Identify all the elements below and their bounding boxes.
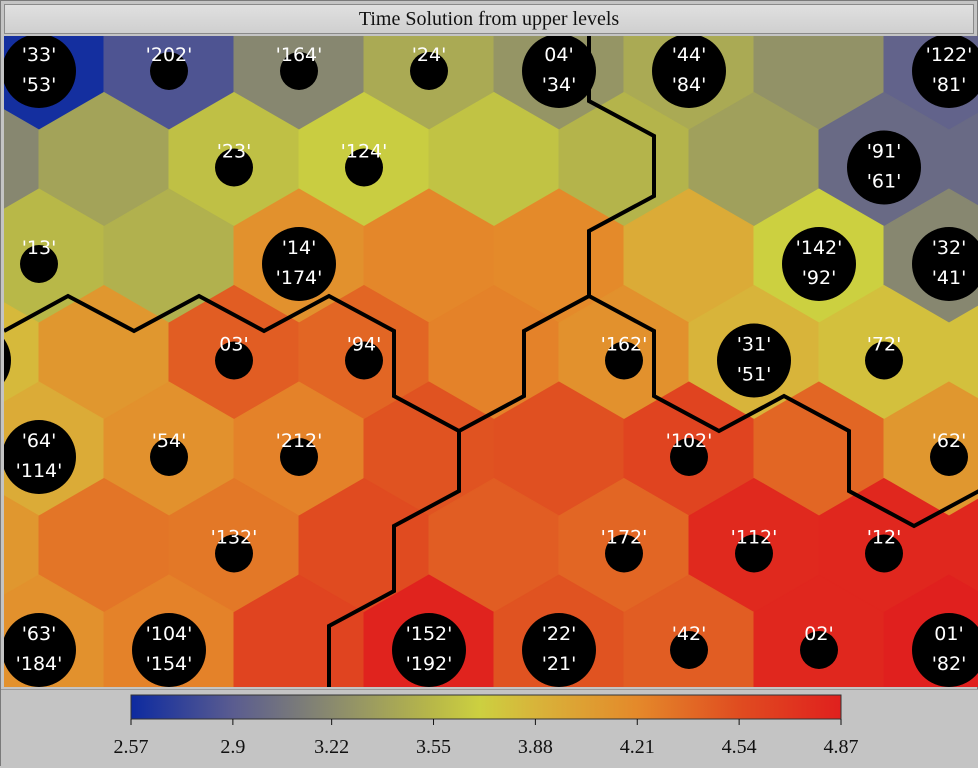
cell-label-r0-c7-0: '122' <box>926 44 973 66</box>
cell-label-r6-c5-0: '42' <box>672 623 707 645</box>
cell-label-r0-c7-1: '81' <box>932 74 967 96</box>
colorbar: 2.57 2.9 3.22 3.55 3.88 4.21 4.54 4.87 <box>114 694 859 758</box>
cell-label-r0-c0-1: '53' <box>22 74 57 96</box>
cell-label-r6-c3-0: '152' <box>406 623 453 645</box>
colorbar-tick-label-4: 3.88 <box>518 736 553 758</box>
cell-label-r5-c7-0: '12' <box>867 527 902 549</box>
colorbar-tick-label-3: 3.55 <box>416 736 451 758</box>
cell-label-r2-c7-1: '41' <box>932 267 967 289</box>
cell-label-r6-c1-1: '154' <box>146 653 193 675</box>
hex-heatmap: '33' '53' '202' '164' '24' 04' '34' '44' '84' '12… <box>4 36 978 687</box>
colorbar-tick-label-2: 3.22 <box>314 736 349 758</box>
window-title: Time Solution from upper levels <box>4 4 974 34</box>
cell-label-r4-c1-0: '54' <box>152 430 187 452</box>
cell-label-r6-c4-0: '22' <box>542 623 577 645</box>
cell-label-r6-c0-0: '63' <box>22 623 57 645</box>
cell-label-r6-c1-0: '104' <box>146 623 193 645</box>
cell-label-r6-c3-1: '192' <box>406 653 453 675</box>
cell-label-r6-c0-1: '184' <box>16 653 63 675</box>
cell-label-r3-c2-0: 03' <box>219 334 248 356</box>
colorbar-gradient <box>130 694 842 720</box>
map-window: Time Solution from upper levels '33' '53'… <box>0 0 978 768</box>
cell-label-r0-c1-0: '202' <box>146 44 193 66</box>
cell-label-r1-c7-0: '91' <box>867 141 902 163</box>
colorbar-panel: 2.57 2.9 3.22 3.55 3.88 4.21 4.54 4.87 <box>1 689 978 768</box>
cell-label-r0-c4-0: 04' <box>544 44 573 66</box>
cell-label-r4-c7-0: '62' <box>932 430 967 452</box>
cell-label-r0-c4-1: '34' <box>542 74 577 96</box>
colorbar-tick-label-0: 2.57 <box>114 736 149 758</box>
cell-label-r3-c6-1: '51' <box>737 364 772 386</box>
cell-label-r4-c5-0: '102' <box>666 430 713 452</box>
cell-label-r2-c2-0: '14' <box>282 237 317 259</box>
cell-label-r3-c6-0: '31' <box>737 334 772 356</box>
cell-label-r0-c2-0: '164' <box>276 44 323 66</box>
cell-label-r5-c2-0: '132' <box>211 527 258 549</box>
cell-label-r2-c2-1: '174' <box>276 267 323 289</box>
cell-label-r3-c5-0: '162' <box>601 334 648 356</box>
cell-label-r5-c6-0: '112' <box>731 527 778 549</box>
cell-label-r0-c5-0: '44' <box>672 44 707 66</box>
cell-label-r4-c2-0: '212' <box>276 430 323 452</box>
cell-label-r1-c3-0: '124' <box>341 141 388 163</box>
colorbar-tick-label-7: 4.87 <box>824 736 859 758</box>
cell-label-r4-c0-0: '64' <box>22 430 57 452</box>
hex-map-area: '33' '53' '202' '164' '24' 04' '34' '44' '84' '12… <box>4 36 978 687</box>
cell-label-r2-c6-1: '92' <box>802 267 837 289</box>
cell-label-r2-c7-0: '32' <box>932 237 967 259</box>
cell-label-r3-c7-0: '72' <box>867 334 902 356</box>
colorbar-tick-label-5: 4.21 <box>620 736 655 758</box>
colorbar-tick-label-1: 2.9 <box>220 736 245 758</box>
cell-label-r3-c3-0: '94' <box>347 334 382 356</box>
cell-label-r6-c6-0: 02' <box>804 623 833 645</box>
cell-label-r0-c0-0: '33' <box>22 44 57 66</box>
cell-label-r1-c2-0: '23' <box>217 141 252 163</box>
cell-label-r6-c7-0: 01' <box>934 623 963 645</box>
cell-label-r4-c0-1: '114' <box>16 460 63 482</box>
cell-label-r0-c5-1: '84' <box>672 74 707 96</box>
cell-label-r2-c6-0: '142' <box>796 237 843 259</box>
cell-label-r2-c0-0: '13' <box>22 237 57 259</box>
cell-label-r5-c5-0: '172' <box>601 527 648 549</box>
cell-label-r0-c3-0: '24' <box>412 44 447 66</box>
cell-label-r6-c4-1: '21' <box>542 653 577 675</box>
cell-label-r6-c7-1: '82' <box>932 653 967 675</box>
cell-label-r1-c7-1: '61' <box>867 171 902 193</box>
colorbar-tick-label-6: 4.54 <box>722 736 757 758</box>
